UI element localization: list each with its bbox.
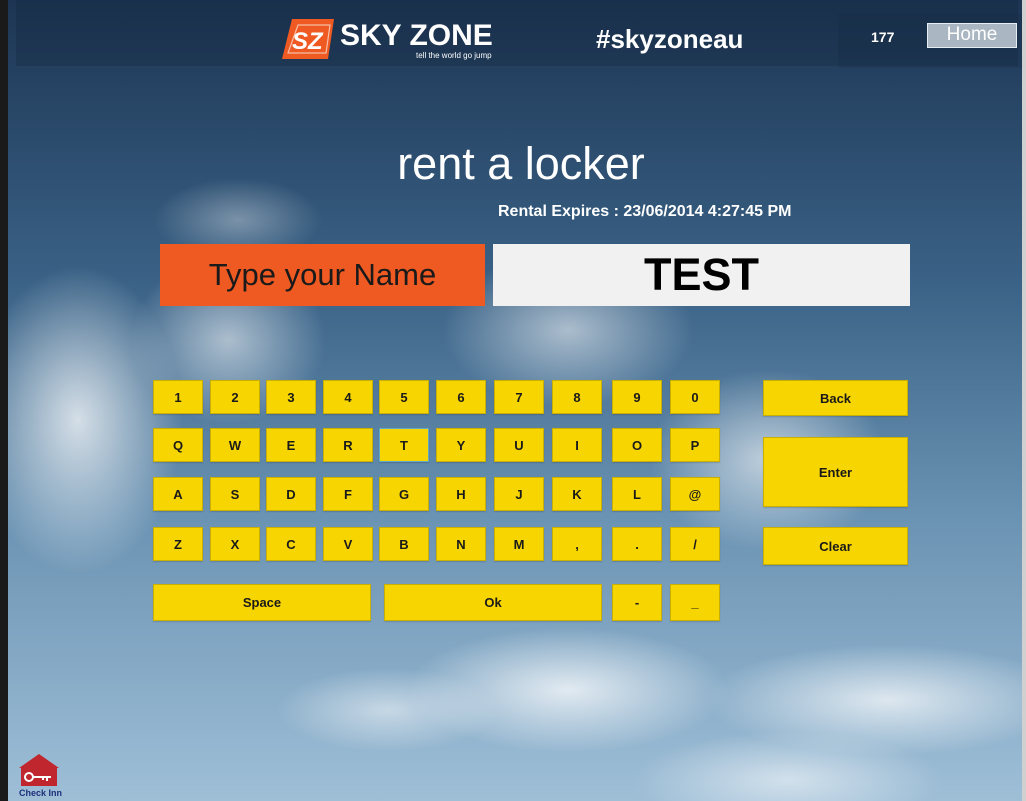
key-k[interactable]: K: [552, 477, 602, 511]
key-t[interactable]: T: [379, 428, 429, 462]
name-input-field[interactable]: TEST: [493, 244, 910, 306]
key-h[interactable]: H: [436, 477, 486, 511]
key-0[interactable]: 0: [670, 380, 720, 414]
key-v[interactable]: V: [323, 527, 373, 561]
rental-expiry-text: Rental Expires : 23/06/2014 4:27:45 PM: [498, 203, 792, 220]
key-f[interactable]: F: [323, 477, 373, 511]
svg-text:SZ: SZ: [292, 28, 324, 55]
key-a[interactable]: A: [153, 477, 203, 511]
screen-counter: 177: [871, 29, 895, 45]
sky-zone-logo: SZ SKY ZONE tell the world go jump: [278, 17, 548, 61]
key-y[interactable]: Y: [436, 428, 486, 462]
enter-key[interactable]: Enter: [763, 437, 908, 507]
key-7[interactable]: 7: [494, 380, 544, 414]
key-8[interactable]: 8: [552, 380, 602, 414]
key-g[interactable]: G: [379, 477, 429, 511]
name-prompt-label: Type your Name: [160, 244, 485, 306]
key-4[interactable]: 4: [323, 380, 373, 414]
key-6[interactable]: 6: [436, 380, 486, 414]
key-o[interactable]: O: [612, 428, 662, 462]
back-key[interactable]: Back: [763, 380, 908, 416]
kiosk-screen: SZ SKY ZONE tell the world go jump #skyz…: [0, 0, 1026, 801]
space-key[interactable]: Space: [153, 584, 371, 621]
key-5[interactable]: 5: [379, 380, 429, 414]
key-m[interactable]: M: [494, 527, 544, 561]
key-d[interactable]: D: [266, 477, 316, 511]
key-r[interactable]: R: [323, 428, 373, 462]
house-key-icon: [19, 754, 59, 786]
key-underscore[interactable]: _: [670, 584, 720, 621]
sz-logo-icon: SZ: [282, 19, 334, 59]
key-at[interactable]: @: [670, 477, 720, 511]
key-9[interactable]: 9: [612, 380, 662, 414]
key-slash[interactable]: /: [670, 527, 720, 561]
brand-name: SKY ZONE: [340, 19, 493, 52]
check-inn-logo: Check Inn: [17, 752, 63, 801]
home-button[interactable]: Home: [927, 23, 1017, 48]
key-p[interactable]: P: [670, 428, 720, 462]
key-1[interactable]: 1: [153, 380, 203, 414]
key-dash[interactable]: -: [612, 584, 662, 621]
key-b[interactable]: B: [379, 527, 429, 561]
key-n[interactable]: N: [436, 527, 486, 561]
ok-key[interactable]: Ok: [384, 584, 602, 621]
key-c[interactable]: C: [266, 527, 316, 561]
key-l[interactable]: L: [612, 477, 662, 511]
check-inn-label: Check Inn: [19, 788, 63, 798]
key-e[interactable]: E: [266, 428, 316, 462]
clear-key[interactable]: Clear: [763, 527, 908, 565]
key-j[interactable]: J: [494, 477, 544, 511]
key-z[interactable]: Z: [153, 527, 203, 561]
key-3[interactable]: 3: [266, 380, 316, 414]
key-2[interactable]: 2: [210, 380, 260, 414]
hashtag-text: #skyzoneau: [596, 24, 744, 54]
key-period[interactable]: .: [612, 527, 662, 561]
key-comma[interactable]: ,: [552, 527, 602, 561]
key-x[interactable]: X: [210, 527, 260, 561]
key-s[interactable]: S: [210, 477, 260, 511]
page-title: rent a locker: [397, 138, 645, 189]
key-w[interactable]: W: [210, 428, 260, 462]
key-q[interactable]: Q: [153, 428, 203, 462]
brand-tagline: tell the world go jump: [416, 51, 492, 60]
key-i[interactable]: I: [552, 428, 602, 462]
key-u[interactable]: U: [494, 428, 544, 462]
